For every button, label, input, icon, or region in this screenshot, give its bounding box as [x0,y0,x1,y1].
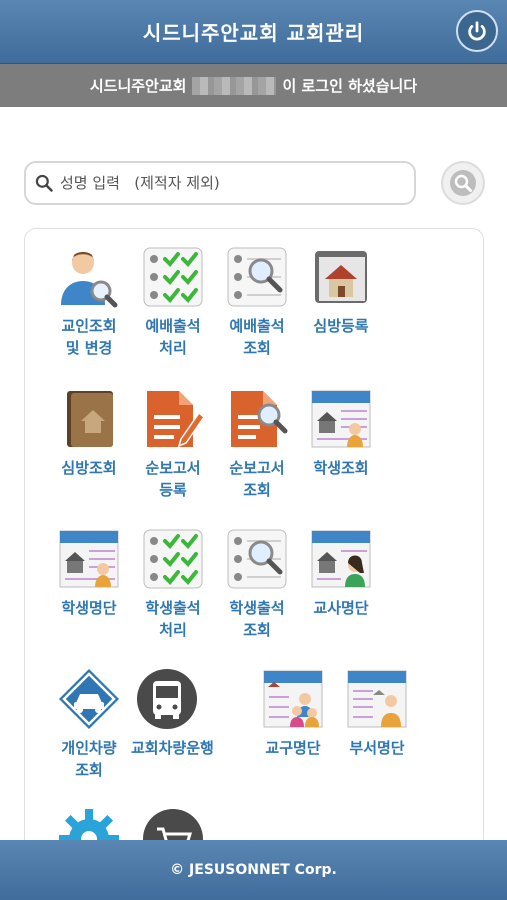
menu-label: 예배출석 처리 [145,317,201,357]
menu-item-parish-list[interactable]: 교구명단 [251,667,335,759]
menu-item-attendance-check[interactable]: 예배출석 처리 [131,245,215,359]
search-button-icon [450,170,476,196]
menu-label: 심방조회 [61,459,117,477]
student-list-icon [59,530,119,588]
power-icon [468,21,486,41]
menu-item-teacher-list[interactable]: 교사명단 [299,527,383,619]
menu-label: 순보고서 등록 [145,459,201,499]
menu-item-report-register[interactable]: 순보고서 등록 [131,387,215,501]
search-button[interactable] [441,161,485,205]
power-button[interactable] [456,10,498,52]
copyright-text: © JESUSONNET Corp. [170,862,337,878]
menu-item-member-search[interactable]: 교인조회 및 변경 [47,245,131,359]
attendance-check-icon [143,247,203,307]
report-edit-icon [147,391,205,448]
menu-item-report-search[interactable]: 순보고서 조회 [215,387,299,501]
menu-label: 학생출석 처리 [145,599,201,639]
footer: © JESUSONNET Corp. [0,840,507,900]
menu-label: 교사명단 [313,599,369,617]
menu-label: 순보고서 조회 [229,459,285,499]
search-box [24,161,416,205]
app-header: 시드니주안교회 교회관리 [0,0,507,64]
student-attendance-check-icon [143,529,203,589]
menu-item-house-visit[interactable]: 심방등록 [299,245,383,337]
menu-panel: 교인조회 및 변경 예배출석 처리 예배출석 조회 심방등록 심방조회 순보고서… [24,228,484,868]
search-input[interactable] [60,174,400,192]
bus-icon [137,669,197,729]
menu-label: 심방등록 [313,317,369,335]
house-visit-icon [315,251,367,303]
menu-item-attendance-search[interactable]: 예배출석 조회 [215,245,299,359]
search-icon [35,174,53,192]
menu-label: 개인차량 조회 [61,739,117,779]
menu-item-student-attendance-check[interactable]: 학생출석 처리 [131,527,215,641]
menu-item-church-vehicle[interactable]: 교회차량운행 [131,667,243,759]
app-title: 시드니주안교회 교회관리 [142,21,365,45]
student-attendance-search-icon [227,529,287,589]
student-board-icon [311,390,371,448]
menu-item-student-list[interactable]: 학생명단 [47,527,131,619]
member-search-icon [61,252,118,308]
menu-label: 교회차량운행 [131,739,214,757]
car-sign-icon [59,669,119,729]
attendance-search-icon [227,247,287,307]
menu-item-department-list[interactable]: 부서명단 [335,667,419,759]
visit-folder-icon [67,391,113,447]
department-list-icon [347,670,407,728]
login-church-name: 시드니주안교회 [89,77,187,95]
login-message: 이 로그인 하셨습니다 [282,77,418,95]
menu-label: 부서명단 [349,739,405,757]
parish-list-icon [263,670,323,728]
menu-label: 예배출석 조회 [229,317,285,357]
menu-label: 교인조회 및 변경 [61,317,117,357]
redacted-user-name [192,76,277,95]
menu-item-student-search[interactable]: 학생조회 [299,387,383,479]
menu-label: 학생출석 조회 [229,599,285,639]
menu-label: 학생명단 [61,599,117,617]
teacher-list-icon [311,530,371,588]
menu-label: 교구명단 [265,739,321,757]
menu-label: 학생조회 [313,459,369,477]
menu-item-student-attendance-search[interactable]: 학생출석 조회 [215,527,299,641]
report-search-icon [231,391,288,447]
menu-item-visit-search[interactable]: 심방조회 [47,387,131,479]
login-status-bar: 시드니주안교회 이 로그인 하셨습니다 [0,64,507,107]
menu-item-car-search[interactable]: 개인차량 조회 [47,667,131,781]
